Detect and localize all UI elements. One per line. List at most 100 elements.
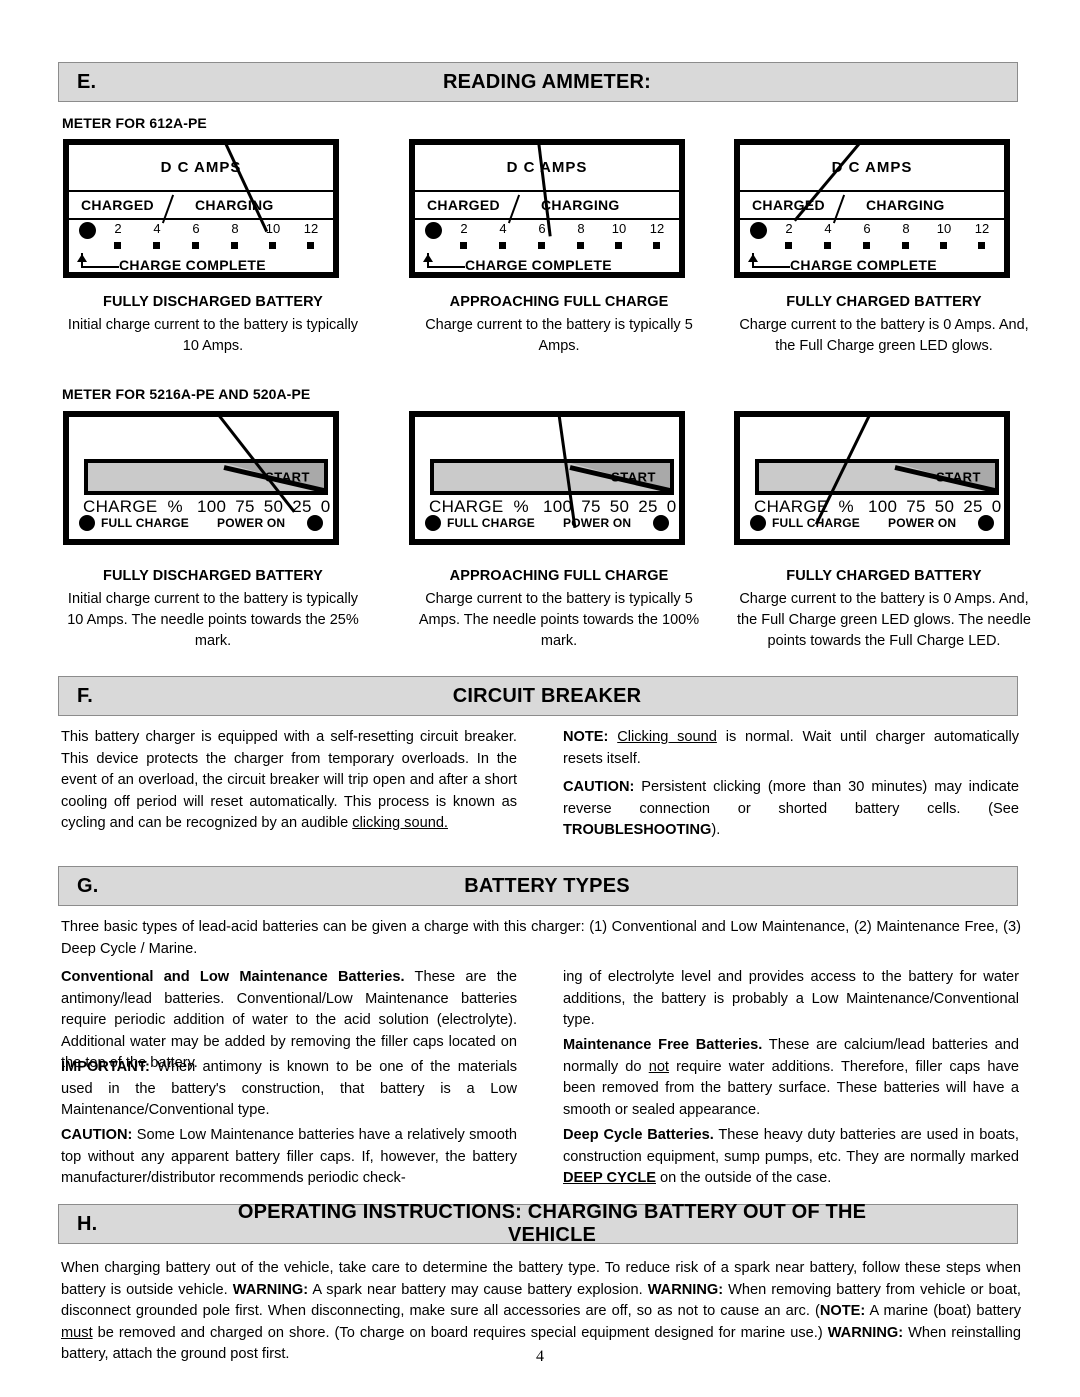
- circuit-breaker-left-paragraph: This battery charger is equipped with a …: [61, 727, 517, 835]
- cb-left-underlined: clicking sound.: [352, 815, 448, 831]
- section-header-g: G. BATTERY TYPES: [58, 866, 1018, 906]
- section-letter-f: F.: [77, 684, 93, 707]
- meter-face: START CHARGE % 100 75 50 25 0 FULL CHARG…: [734, 411, 1010, 545]
- meter-caption-title: APPROACHING FULL CHARGE: [449, 294, 669, 310]
- scale-tick-icon: [940, 242, 947, 249]
- meter-caption-title: APPROACHING FULL CHARGE: [449, 568, 669, 584]
- meter-led-row: FULL CHARGE POWER ON: [425, 513, 669, 535]
- deep-cycle-paragraph: Deep Cycle Batteries. These heavy duty b…: [563, 1125, 1019, 1190]
- full-charge-led-icon: [79, 515, 95, 531]
- meter-title-dc-amps: D C AMPS: [69, 145, 333, 192]
- note-label: NOTE:: [563, 729, 609, 745]
- full-charge-label: FULL CHARGE: [101, 516, 189, 530]
- scale-number: 8: [902, 221, 910, 236]
- meter-zone-row: CHARGED CHARGING: [69, 192, 333, 224]
- power-on-led-icon: [653, 515, 669, 531]
- ammeter-612-charged: D C AMPS CHARGED CHARGING 2 4 6 8 10 12: [734, 139, 1010, 278]
- cb-left-text: This battery charger is equipped with a …: [61, 729, 517, 831]
- scale-number: 4: [499, 221, 507, 236]
- deepcycle-body-b: on the outside of the case.: [656, 1170, 832, 1186]
- scale-tick-icon: [824, 242, 831, 249]
- zone-label-charging: CHARGING: [866, 197, 945, 213]
- meter-title-dc-amps: D C AMPS: [740, 145, 1004, 192]
- conventional-continuation-paragraph: ing of electrolyte level and provides ac…: [563, 969, 1019, 1028]
- section-letter-g: G.: [77, 874, 99, 897]
- ammeter-612-approaching: D C AMPS CHARGED CHARGING 2 4 6 8 10 12: [409, 139, 685, 278]
- scale-number: 6: [192, 221, 200, 236]
- scale-tick-icon: [307, 242, 314, 249]
- scale-tick-icon: [978, 242, 985, 249]
- section-title-f: CIRCUIT BREAKER: [452, 684, 642, 707]
- scale-tick-icon: [153, 242, 160, 249]
- charge-complete-label: CHARGE COMPLETE: [465, 257, 612, 273]
- section-title-e: READING AMMETER:: [442, 70, 651, 93]
- scale-number: 8: [231, 221, 239, 236]
- charge-complete-indicator: CHARGE COMPLETE: [77, 253, 266, 273]
- caution-low-maintenance-paragraph: CAUTION: Some Low Maintenance batteries …: [61, 1125, 517, 1190]
- scale-number: 10: [611, 221, 627, 236]
- scale-tick-icon: [460, 242, 467, 249]
- meter-group-label-5216: METER FOR 5216A-PE AND 520A-PE: [62, 386, 311, 402]
- charge-band: START: [430, 459, 674, 495]
- maintfree-title: Maintenance Free Batteries.: [563, 1037, 763, 1053]
- scale-tick-icon: [114, 242, 121, 249]
- scale-tick-icon: [653, 242, 660, 249]
- meter-caption-title: FULLY CHARGED BATTERY: [786, 294, 982, 310]
- scale-tick-icon: [231, 242, 238, 249]
- meter-caption-body: Charge current to the battery is 0 Amps.…: [739, 317, 1029, 354]
- scale-number: 12: [649, 221, 665, 236]
- scale-tick-icon: [785, 242, 792, 249]
- section-title-g: BATTERY TYPES: [464, 874, 630, 897]
- scale-number: 4: [824, 221, 832, 236]
- section-header-e: E. READING AMMETER:: [58, 62, 1018, 102]
- meter-face: START CHARGE % 100 75 50 25 0 FULL CHARG…: [63, 411, 339, 545]
- document-page: E. READING AMMETER: METER FOR 612A-PE D …: [0, 0, 1080, 1397]
- charge-complete-led-icon: [750, 222, 767, 239]
- op-warning1-label: WARNING:: [232, 1281, 309, 1298]
- op-note-must: must: [61, 1324, 93, 1341]
- scale-tick-icon: [615, 242, 622, 249]
- scale-tick-icon: [863, 242, 870, 249]
- scale-number: 12: [303, 221, 319, 236]
- op-note-text-a: A marine (boat) battery: [865, 1303, 1022, 1319]
- meter-face: D C AMPS CHARGED CHARGING 2 4 6 8 10 12: [63, 139, 339, 278]
- op-warning1-text: A spark near battery may cause battery e…: [308, 1281, 648, 1298]
- meter-led-row: FULL CHARGE POWER ON: [79, 513, 323, 535]
- scale-tick-icon: [577, 242, 584, 249]
- conventional-title: Conventional and Low Maintenance Batteri…: [61, 969, 405, 985]
- scale-tick-icon: [538, 242, 545, 249]
- band-start-label: START: [611, 469, 656, 485]
- circuit-breaker-caution: CAUTION: Persistent clicking (more than …: [563, 777, 1019, 842]
- power-on-led-icon: [307, 515, 323, 531]
- charge-band: START: [84, 459, 328, 495]
- up-arrow-icon: [423, 253, 465, 271]
- page-number: 4: [536, 1348, 544, 1365]
- charge-complete-label: CHARGE COMPLETE: [119, 257, 266, 273]
- op-warning2-label: WARNING:: [647, 1281, 724, 1298]
- deepcycle-mark: DEEP CYCLE: [563, 1170, 656, 1186]
- meter-caption-body: Charge current to the battery is typical…: [425, 317, 693, 354]
- caution-troubleshooting: TROUBLESHOOTING: [563, 822, 712, 838]
- circuit-breaker-note: NOTE: Clicking sound is normal. Wait unt…: [563, 727, 1019, 770]
- section-header-f: F. CIRCUIT BREAKER: [58, 676, 1018, 716]
- meter-caption-body: Initial charge current to the battery is…: [67, 591, 359, 649]
- up-arrow-icon: [748, 253, 790, 271]
- scale-tick-icon: [192, 242, 199, 249]
- meter-face: D C AMPS CHARGED CHARGING 2 4 6 8 10 12: [409, 139, 685, 278]
- power-on-label: POWER ON: [888, 516, 957, 530]
- meter-face: START CHARGE % 100 75 50 25 0 FULL CHARG…: [409, 411, 685, 545]
- meter-led-row: FULL CHARGE POWER ON: [750, 513, 994, 535]
- band-start-label: START: [936, 469, 981, 485]
- scale-tick-icon: [499, 242, 506, 249]
- charge-complete-led-icon: [79, 222, 96, 239]
- zone-label-charging: CHARGING: [195, 197, 274, 213]
- section-title-h: OPERATING INSTRUCTIONS: CHARGING BATTERY…: [237, 1201, 867, 1246]
- caution-label: CAUTION:: [563, 779, 635, 795]
- meter-caption-body: Charge current to the battery is typical…: [418, 591, 700, 649]
- full-charge-led-icon: [750, 515, 766, 531]
- scale-tick-icon: [902, 242, 909, 249]
- meter-group-label-612: METER FOR 612A-PE: [62, 115, 207, 131]
- meter-caption-body: Charge current to the battery is 0 Amps.…: [737, 591, 1031, 649]
- charge-complete-indicator: CHARGE COMPLETE: [748, 253, 937, 272]
- scale-number: 12: [974, 221, 990, 236]
